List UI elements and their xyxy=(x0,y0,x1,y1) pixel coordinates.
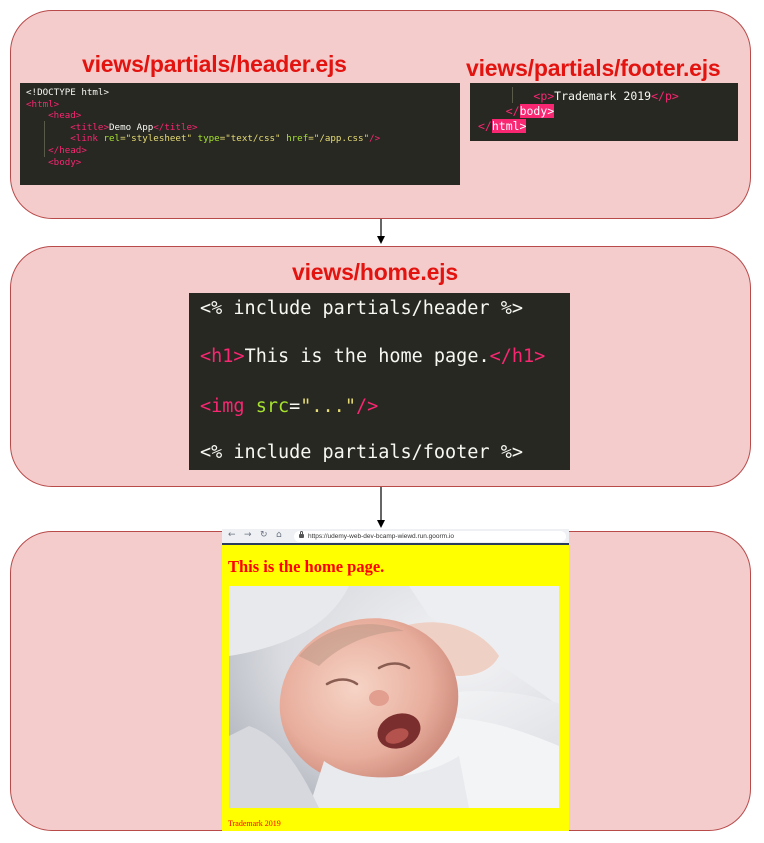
body-close-tag: body> xyxy=(519,104,555,118)
rel-attr: rel xyxy=(103,133,121,145)
down-arrow xyxy=(377,487,385,528)
home-icon[interactable]: ⌂ xyxy=(276,530,282,540)
home-template-heading: views/home.ejs xyxy=(292,259,458,285)
head-close-tag: </head> xyxy=(48,144,87,156)
body-close-bracket: </ xyxy=(505,104,520,118)
browser-window: ← → ↻ ⌂ https://udemy-web-dev-bcamp-wiew… xyxy=(222,529,569,831)
title-text: Demo App xyxy=(109,121,154,133)
page-footer-text: Trademark 2019 xyxy=(228,819,281,828)
head-open-tag: <head> xyxy=(48,110,82,122)
address-bar[interactable]: https://udemy-web-dev-bcamp-wiewd.run.go… xyxy=(294,531,566,542)
rel-value: ="stylesheet" xyxy=(120,133,193,145)
doctype-line: <!DOCTYPE html> xyxy=(26,87,109,98)
h1-close-tag: </h1> xyxy=(489,346,546,367)
link-open-tag: <link xyxy=(70,133,98,145)
h1-line: <h1>This is the home page.</h1> xyxy=(200,346,545,367)
img-close-tag: /> xyxy=(355,396,379,417)
home-code-block: <% include partials/header %> <h1>This i… xyxy=(189,293,570,470)
href-attr: href xyxy=(286,133,309,145)
h1-open-tag: <h1> xyxy=(200,346,245,367)
back-icon[interactable]: ← xyxy=(228,530,236,540)
html-close-tag: html> xyxy=(491,119,527,133)
baby-photo xyxy=(229,586,559,808)
indent-guide xyxy=(512,87,513,103)
src-value: "..." xyxy=(300,396,356,417)
baby-photo-illustration xyxy=(229,586,559,808)
equals-sign: = xyxy=(289,396,301,417)
type-value: ="text/css" xyxy=(219,133,281,145)
lock-icon xyxy=(299,531,304,538)
p-close-tag: </p> xyxy=(651,89,679,103)
img-open-tag: <img xyxy=(200,396,245,417)
html-close-bracket: </ xyxy=(478,119,492,133)
include-footer-line: <% include partials/footer %> xyxy=(200,442,524,463)
page-heading: This is the home page. xyxy=(228,557,385,576)
body-open-tag: <body> xyxy=(48,156,82,168)
title-open-tag: <title> xyxy=(70,121,109,133)
indent-guide xyxy=(44,121,45,157)
href-value: ="/app.css" xyxy=(308,133,370,145)
url-text: https://udemy-web-dev-bcamp-wiewd.run.go… xyxy=(308,533,454,540)
footer-partial-heading: views/partials/footer.ejs xyxy=(466,55,721,81)
img-line: <img src="..."/> xyxy=(200,396,378,417)
header-code-block: <!DOCTYPE html> <html> <head> <title>Dem… xyxy=(20,83,460,185)
header-partial-heading: views/partials/header.ejs xyxy=(82,51,347,77)
p-open-tag: <p> xyxy=(533,89,555,103)
reload-icon[interactable]: ↻ xyxy=(260,530,268,540)
footer-code-block: <p>Trademark 2019</p> </body> </html> xyxy=(470,83,738,141)
include-header-line: <% include partials/header %> xyxy=(200,298,524,319)
h1-text: This is the home page. xyxy=(244,346,490,367)
trademark-text: Trademark 2019 xyxy=(554,89,652,103)
type-attr: type xyxy=(197,133,220,145)
down-arrow xyxy=(377,219,385,244)
forward-icon[interactable]: → xyxy=(244,530,252,540)
html-open-tag: <html> xyxy=(26,98,60,110)
title-close-tag: </title> xyxy=(153,121,198,133)
browser-toolbar: ← → ↻ ⌂ https://udemy-web-dev-bcamp-wiew… xyxy=(222,529,569,545)
src-attr: src xyxy=(255,396,290,417)
link-close-tag: /> xyxy=(369,133,381,145)
